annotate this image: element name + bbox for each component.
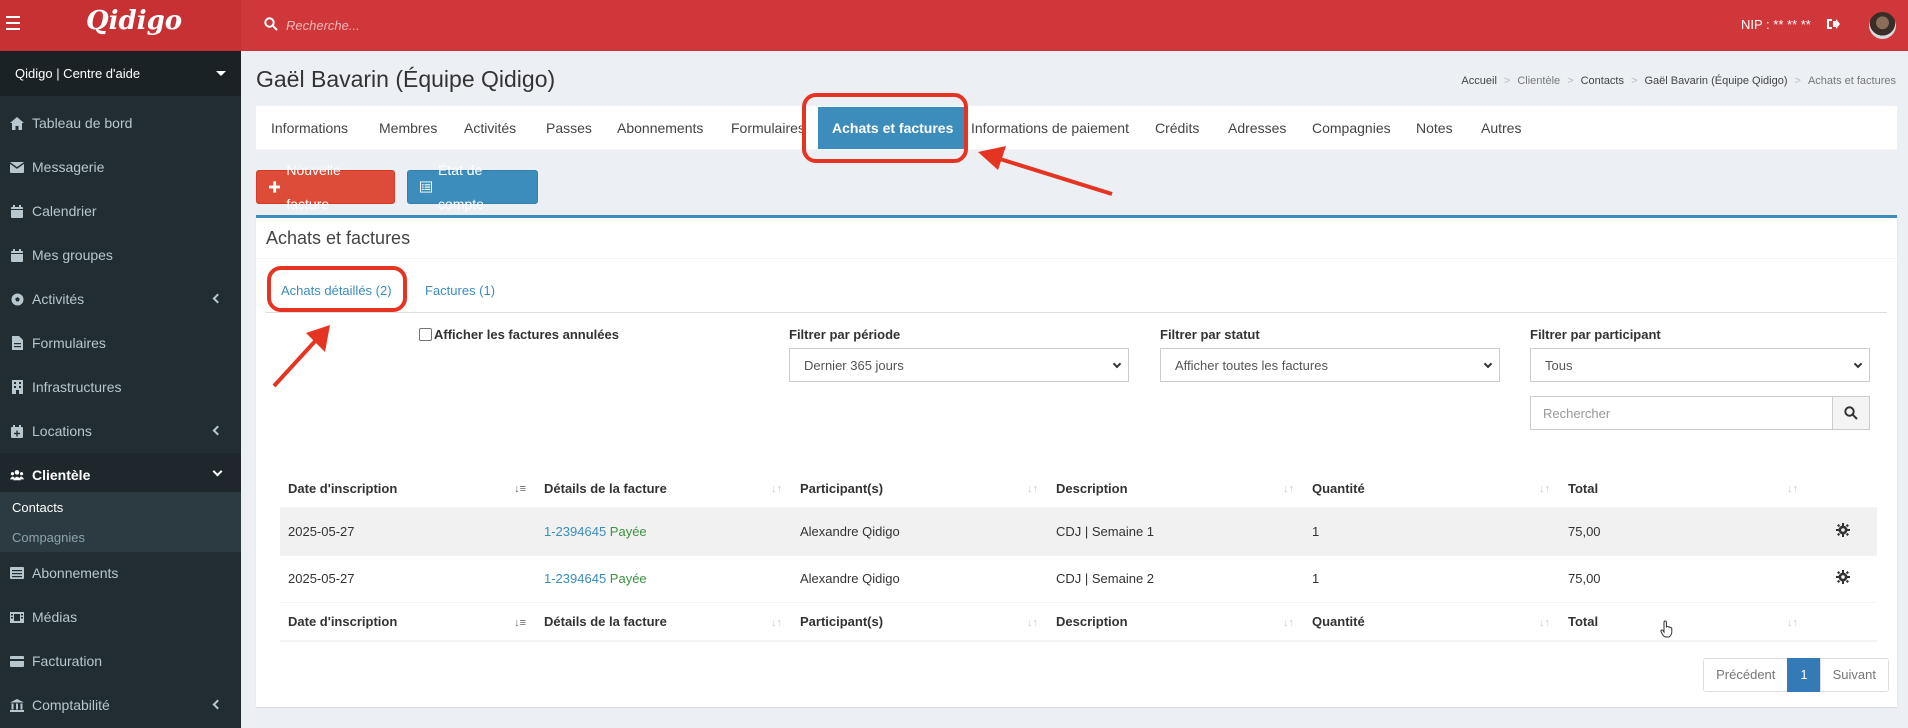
annotation-arrow-to-tab	[978, 146, 1113, 196]
mouse-cursor-icon	[1660, 620, 1673, 638]
annotation-arrows	[272, 146, 1113, 388]
annotation-arrow-to-subtab	[272, 325, 330, 388]
